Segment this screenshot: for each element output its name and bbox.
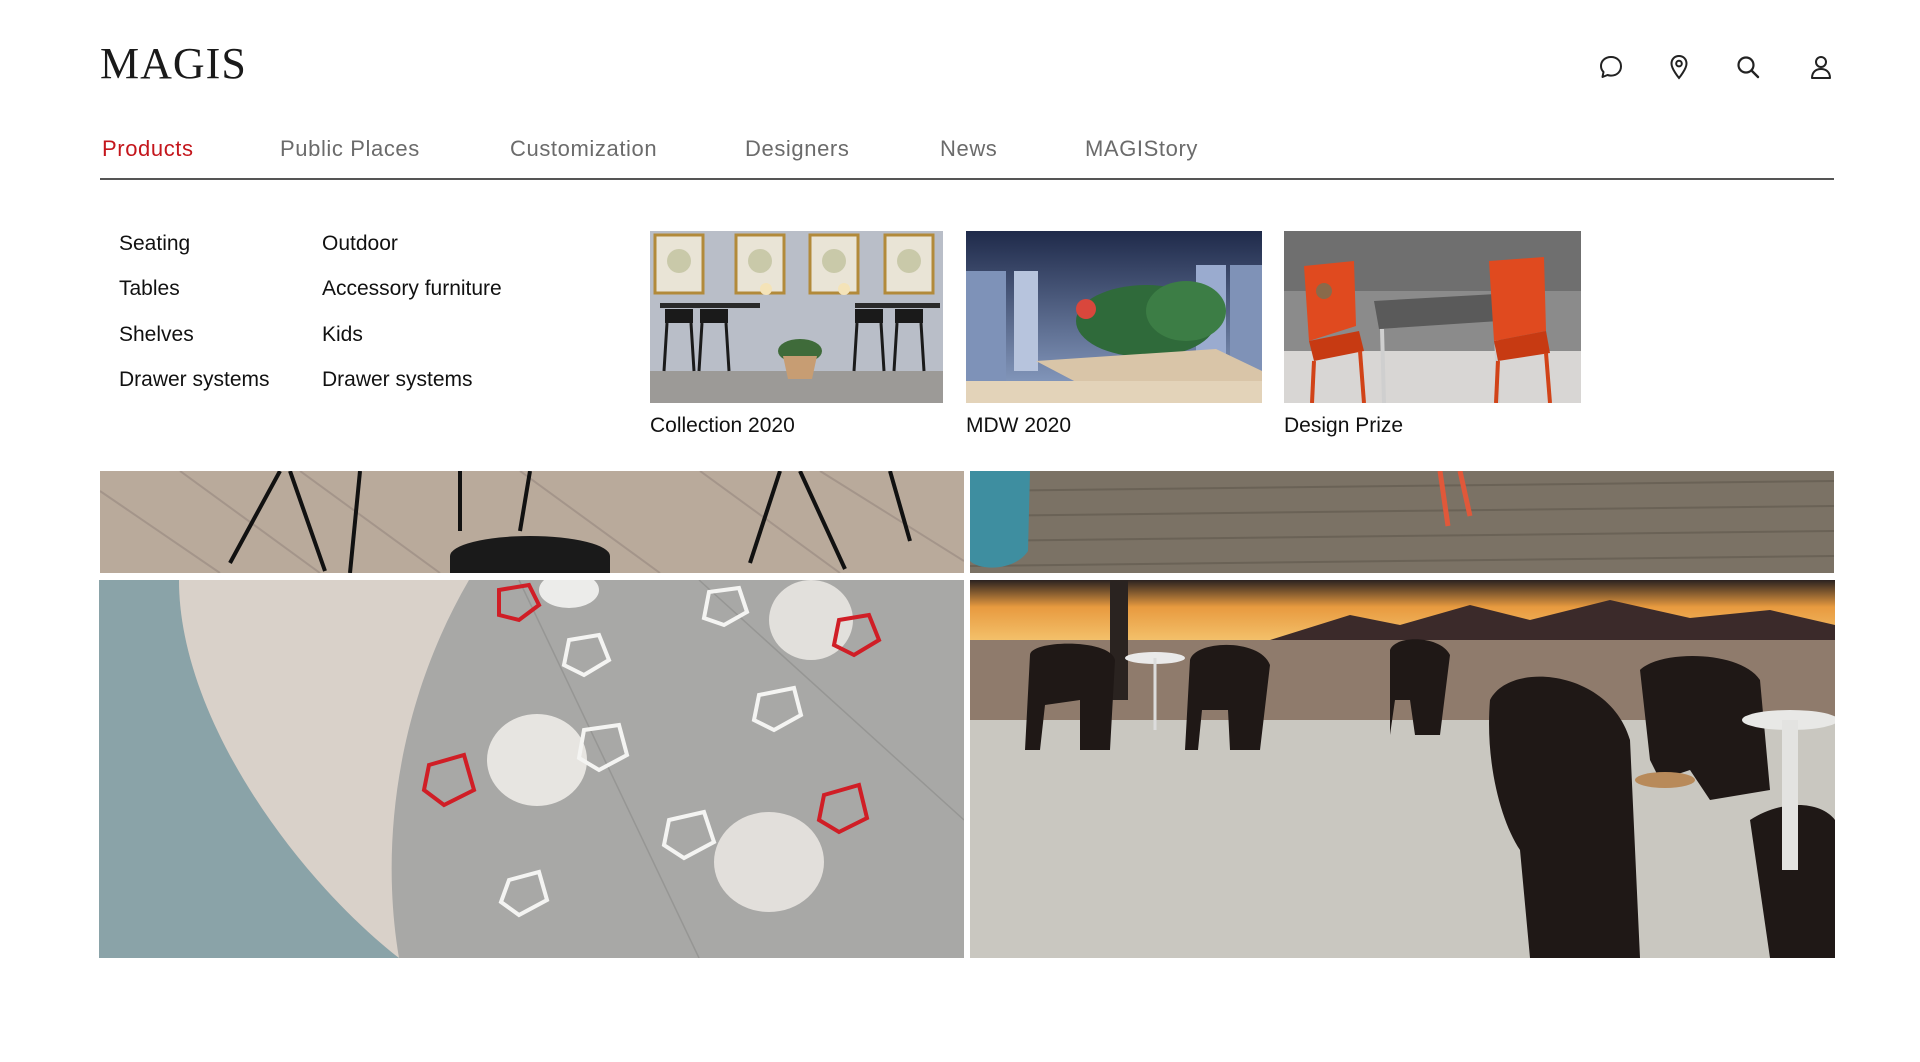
nav-item-designers[interactable]: Designers <box>745 136 849 162</box>
nav-item-news[interactable]: News <box>940 136 997 162</box>
photo-stools-overhead[interactable] <box>99 580 964 958</box>
stools-overhead-image <box>99 580 964 958</box>
header-icons <box>0 52 1920 92</box>
featured-caption-mdw-2020[interactable]: MDW 2020 <box>966 414 1071 438</box>
menu-link-drawer-systems[interactable]: Drawer systems <box>119 368 270 392</box>
featured-caption-collection-2020[interactable]: Collection 2020 <box>650 414 795 438</box>
menu-link-kids[interactable]: Kids <box>322 323 363 347</box>
nav-item-customization[interactable]: Customization <box>510 136 657 162</box>
menu-link-drawer-systems-2[interactable]: Drawer systems <box>322 368 473 392</box>
search-icon[interactable] <box>1733 52 1763 82</box>
menu-link-tables[interactable]: Tables <box>119 277 180 301</box>
location-pin-icon[interactable] <box>1664 52 1694 82</box>
menu-link-accessory-furniture[interactable]: Accessory furniture <box>322 277 502 301</box>
mdw-2020-image <box>966 231 1262 403</box>
featured-tile-design-prize[interactable] <box>1284 231 1581 403</box>
menu-link-outdoor[interactable]: Outdoor <box>322 232 398 256</box>
nav-item-public-places[interactable]: Public Places <box>280 136 420 162</box>
photo-outdoor-deck[interactable] <box>970 471 1834 573</box>
featured-caption-design-prize[interactable]: Design Prize <box>1284 414 1403 438</box>
sunset-terrace-image <box>970 580 1835 958</box>
featured-tile-collection-2020[interactable] <box>650 231 943 403</box>
nav-item-products[interactable]: Products <box>102 136 194 162</box>
nav-item-magistory[interactable]: MAGIStory <box>1085 136 1198 162</box>
design-prize-image <box>1284 231 1581 403</box>
menu-link-shelves[interactable]: Shelves <box>119 323 194 347</box>
menu-link-seating[interactable]: Seating <box>119 232 190 256</box>
chairs-parquet-image <box>100 471 964 573</box>
chat-icon[interactable] <box>1596 52 1626 82</box>
main-nav: Products Public Places Customization Des… <box>100 134 1834 180</box>
collection-2020-image <box>650 231 943 403</box>
photo-sunset-terrace[interactable] <box>970 580 1835 958</box>
user-icon[interactable] <box>1806 52 1836 82</box>
photo-chairs-parquet[interactable] <box>100 471 964 573</box>
outdoor-deck-image <box>970 471 1834 573</box>
featured-tile-mdw-2020[interactable] <box>966 231 1262 403</box>
